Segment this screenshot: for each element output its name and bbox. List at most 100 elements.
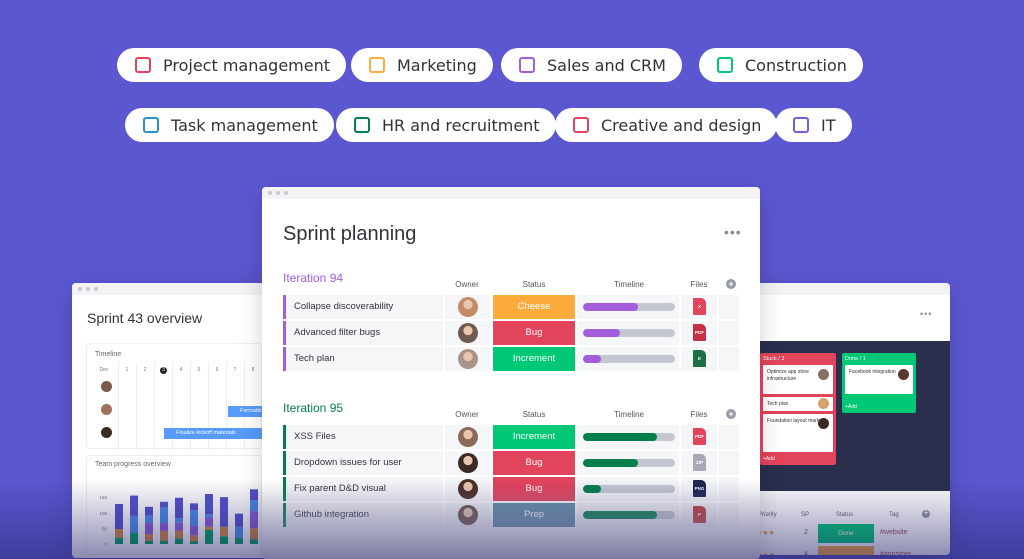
kanban-card[interactable]: Optimize app store infrastructure [763, 365, 833, 394]
checkbox-icon[interactable] [793, 117, 809, 133]
column-header-files[interactable]: Files [681, 410, 717, 419]
column-header-owner[interactable]: Owner [447, 410, 487, 419]
category-chip[interactable]: HR and recruitment [336, 108, 556, 142]
table-row[interactable]: XSS Files Increment PDF [283, 425, 741, 449]
checkbox-icon[interactable] [573, 117, 589, 133]
owner-cell[interactable] [445, 321, 490, 345]
column-header-owner[interactable]: Owner [447, 280, 487, 289]
timeline-cell[interactable] [577, 425, 679, 449]
timeline-bar[interactable]: Finalize kickoff materials [164, 428, 268, 439]
tag[interactable]: #website [880, 529, 908, 536]
files-cell[interactable]: E [681, 347, 717, 371]
bar-segment-green [220, 536, 228, 544]
add-column-icon[interactable]: + [922, 510, 930, 518]
empty-cell [719, 347, 739, 371]
table-row[interactable]: Collapse discoverability Cheese X [283, 295, 741, 319]
file-icon[interactable]: PDF [693, 324, 706, 341]
owner-cell[interactable] [445, 425, 490, 449]
status-badge[interactable]: Increment [493, 425, 575, 449]
story-points[interactable]: 4 [804, 551, 808, 555]
status-badge[interactable]: Cheese [493, 295, 575, 319]
owner-cell[interactable] [445, 503, 490, 527]
owner-cell[interactable] [445, 347, 490, 371]
file-icon[interactable]: PNG [693, 480, 706, 497]
table-row[interactable]: Advanced filter bugs Bug PDF [283, 321, 741, 345]
checkbox-icon[interactable] [717, 57, 733, 73]
column-header-timeline[interactable]: Timeline [578, 280, 680, 289]
add-card-button[interactable]: +Add [845, 404, 857, 410]
add-column-icon[interactable]: + [726, 409, 736, 419]
checkbox-icon[interactable] [519, 57, 535, 73]
column-header-files[interactable]: Files [681, 280, 717, 289]
item-name[interactable]: Github integration [283, 503, 443, 527]
files-cell[interactable]: X [681, 295, 717, 319]
column-header-status[interactable]: Status [493, 280, 575, 289]
status-badge[interactable]: Prep [493, 503, 575, 527]
owner-cell[interactable] [445, 451, 490, 475]
status-badge[interactable] [818, 546, 874, 555]
category-chip[interactable]: Construction [699, 48, 863, 82]
kanban-column-title: Stuck / 3 [763, 356, 785, 362]
timeline-cell[interactable] [577, 295, 679, 319]
file-icon[interactable]: X [693, 298, 706, 315]
story-points[interactable]: 2 [804, 529, 808, 536]
group-title[interactable]: Iteration 94 [283, 271, 343, 285]
timeline-cell[interactable] [577, 451, 679, 475]
item-name[interactable]: Dropdown issues for user [283, 451, 443, 475]
timeline-cell[interactable] [577, 321, 679, 345]
category-chip[interactable]: IT [775, 108, 852, 142]
column-header-timeline[interactable]: Timeline [578, 410, 680, 419]
file-icon[interactable]: P [693, 506, 706, 523]
category-chip[interactable]: Sales and CRM [501, 48, 682, 82]
category-chip[interactable]: Marketing [351, 48, 493, 82]
checkbox-icon[interactable] [369, 57, 385, 73]
checkbox-icon[interactable] [143, 117, 159, 133]
kanban-card[interactable]: Foundation layout marking [763, 414, 833, 452]
files-cell[interactable]: ZIP [681, 451, 717, 475]
kanban-window: ••• Stuck / 3 Optimize app store infrast… [752, 283, 950, 555]
timeline-cell[interactable] [577, 503, 679, 527]
owner-cell[interactable] [445, 477, 490, 501]
file-icon[interactable]: PDF [693, 428, 706, 445]
timeline-day: 5 [197, 367, 201, 373]
item-name[interactable]: XSS Files [283, 425, 443, 449]
group-title[interactable]: Iteration 95 [283, 401, 343, 415]
owner-cell[interactable] [445, 295, 490, 319]
category-chip[interactable]: Task management [125, 108, 334, 142]
category-chip[interactable]: Project management [117, 48, 347, 82]
item-name[interactable]: Collapse discoverability [283, 295, 443, 319]
timeline-day: 8 [251, 367, 255, 373]
files-cell[interactable]: PDF [681, 321, 717, 345]
status-badge[interactable]: Increment [493, 347, 575, 371]
kanban-card[interactable]: Facebook integration [845, 365, 913, 394]
table-row[interactable]: Tech plan Increment E [283, 347, 741, 371]
checkbox-icon[interactable] [135, 57, 151, 73]
add-column-icon[interactable]: + [726, 279, 736, 289]
item-name[interactable]: Advanced filter bugs [283, 321, 443, 345]
table-row[interactable]: Fix parent D&D visual Bug PNG [283, 477, 741, 501]
timeline-cell[interactable] [577, 477, 679, 501]
table-row[interactable]: Dropdown issues for user Bug ZIP [283, 451, 741, 475]
status-badge[interactable]: Bug [493, 451, 575, 475]
item-name[interactable]: Tech plan [283, 347, 443, 371]
more-options-icon[interactable]: ••• [920, 309, 932, 319]
item-name[interactable]: Fix parent D&D visual [283, 477, 443, 501]
status-badge[interactable]: Bug [493, 477, 575, 501]
add-card-button[interactable]: +Add [763, 456, 775, 462]
files-cell[interactable]: PNG [681, 477, 717, 501]
file-icon[interactable]: ZIP [693, 454, 706, 471]
status-badge[interactable]: Bug [493, 321, 575, 345]
column-header-status[interactable]: Status [493, 410, 575, 419]
files-cell[interactable]: P [681, 503, 717, 527]
kanban-card[interactable]: Tech plan [763, 397, 833, 411]
status-badge[interactable]: Done [818, 524, 874, 543]
table-row[interactable]: Github integration Prep P [283, 503, 741, 527]
checkbox-icon[interactable] [354, 117, 370, 133]
timeline-cell[interactable] [577, 347, 679, 371]
more-options-icon[interactable]: ••• [724, 224, 742, 240]
files-cell[interactable]: PDF [681, 425, 717, 449]
category-chip[interactable]: Creative and design [555, 108, 778, 142]
bar-segment-purple [205, 517, 213, 527]
file-icon[interactable]: E [693, 350, 706, 367]
tag[interactable]: #appstore [880, 551, 911, 555]
